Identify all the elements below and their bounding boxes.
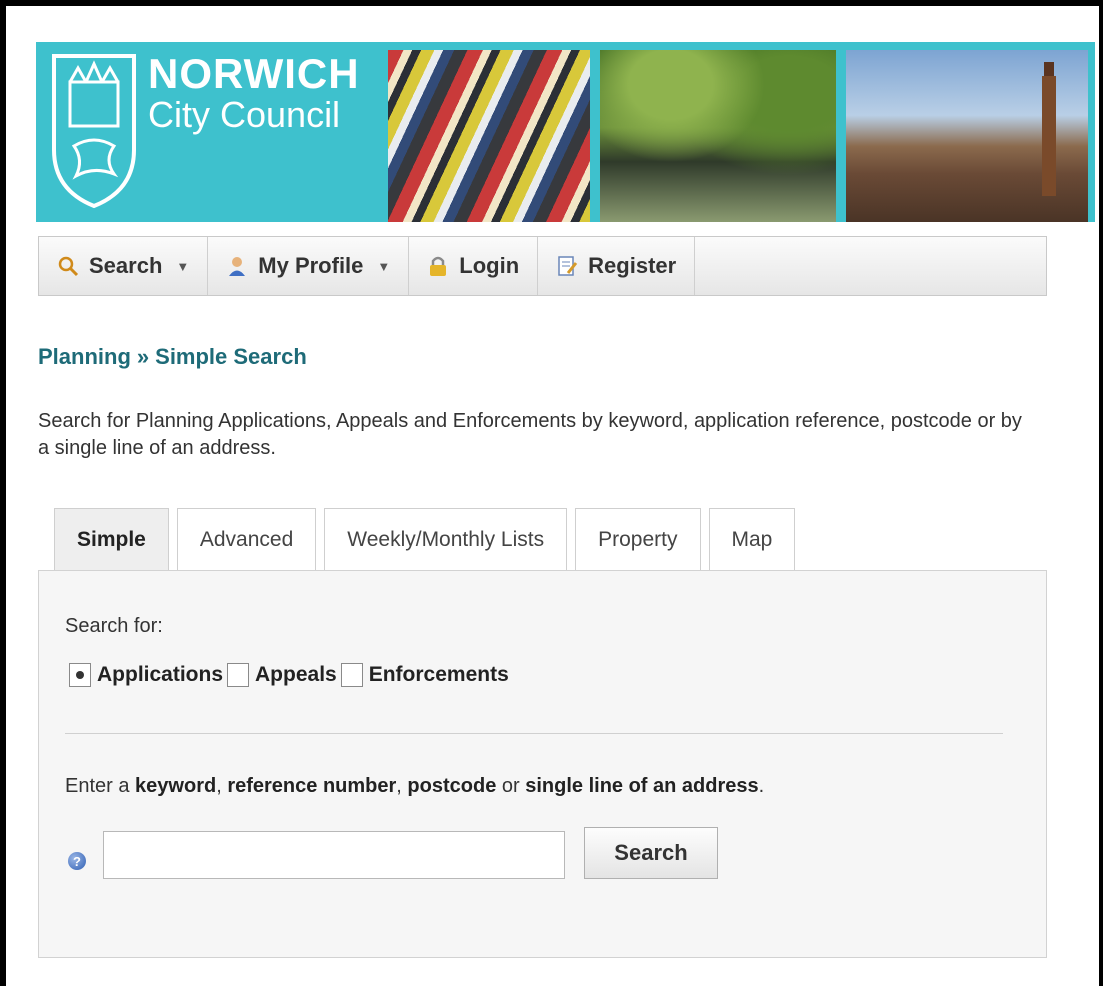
search-button[interactable]: Search <box>584 827 718 879</box>
radio-selected-dot <box>76 671 84 679</box>
brand-line-2: City Council <box>148 94 341 135</box>
nav-register[interactable]: Register <box>538 237 696 295</box>
nav-my-profile[interactable]: My Profile ▼ <box>208 237 410 295</box>
simple-search-panel: Search for: Applications Appeals Enforce… <box>38 570 1047 958</box>
brand-line-1: NORWICH <box>148 50 360 97</box>
search-type-radio-group: Applications Appeals Enforcements <box>65 663 509 687</box>
chevron-down-icon: ▼ <box>377 258 391 274</box>
tab-property[interactable]: Property <box>575 508 701 570</box>
tab-weekly-monthly-lists[interactable]: Weekly/Monthly Lists <box>324 508 568 570</box>
nav-register-label: Register <box>588 253 677 278</box>
brand-wordmark[interactable]: NORWICH City Council <box>148 52 360 134</box>
instruction-reference-number: reference number <box>227 775 397 797</box>
market-stalls-photo <box>388 50 590 222</box>
instruction-text: , <box>396 775 408 797</box>
magnifier-icon <box>57 255 79 277</box>
chevron-down-icon: ▼ <box>176 258 190 274</box>
divider <box>65 733 1003 734</box>
register-form-icon <box>556 255 578 277</box>
search-input[interactable] <box>103 831 565 879</box>
intro-text: Search for Planning Applications, Appeal… <box>38 410 1022 459</box>
radio-appeals[interactable] <box>227 663 250 687</box>
instruction-text: or <box>496 775 526 797</box>
city-hall-tower <box>1042 62 1056 196</box>
tab-advanced[interactable]: Advanced <box>176 508 317 570</box>
instruction-address-line: single line of an address <box>525 775 759 797</box>
search-instruction: Enter a keyword, reference number, postc… <box>65 775 764 798</box>
nav-login[interactable]: Login <box>409 237 539 295</box>
padlock-icon <box>427 255 449 277</box>
nav-my-profile-label: My Profile <box>258 253 364 278</box>
breadcrumb: Planning» Simple Search <box>38 344 307 370</box>
site-header: NORWICH City Council <box>36 42 1095 222</box>
main-nav: Search ▼ My Profile ▼ Login Register <box>38 236 1047 296</box>
instruction-text: , <box>216 775 228 797</box>
breadcrumb-planning-link[interactable]: Planning <box>38 344 131 369</box>
nav-search-label: Search <box>89 253 163 278</box>
nav-search[interactable]: Search ▼ <box>39 237 209 295</box>
radio-enforcements-label[interactable]: Enforcements <box>369 663 509 687</box>
help-icon[interactable]: ? <box>68 852 86 870</box>
park-crowd-photo <box>600 50 836 222</box>
instruction-text: Enter a <box>65 775 136 797</box>
radio-enforcements[interactable] <box>340 663 363 687</box>
search-for-label: Search for: <box>65 615 163 637</box>
radio-applications[interactable] <box>69 663 91 687</box>
radio-appeals-label[interactable]: Appeals <box>255 663 337 687</box>
instruction-keyword: keyword <box>135 775 217 797</box>
instruction-text: . <box>758 775 765 797</box>
breadcrumb-separator: » <box>136 344 150 369</box>
user-icon <box>226 255 248 277</box>
tab-simple[interactable]: Simple <box>54 508 169 571</box>
city-skyline-photo <box>846 50 1088 222</box>
radio-applications-label[interactable]: Applications <box>97 663 223 687</box>
search-tabs: Simple Advanced Weekly/Monthly Lists Pro… <box>54 508 796 571</box>
tab-map[interactable]: Map <box>708 508 796 570</box>
instruction-postcode: postcode <box>407 775 497 797</box>
breadcrumb-current: Simple Search <box>155 344 307 369</box>
coat-of-arms-logo <box>52 54 136 209</box>
nav-login-label: Login <box>459 253 520 278</box>
